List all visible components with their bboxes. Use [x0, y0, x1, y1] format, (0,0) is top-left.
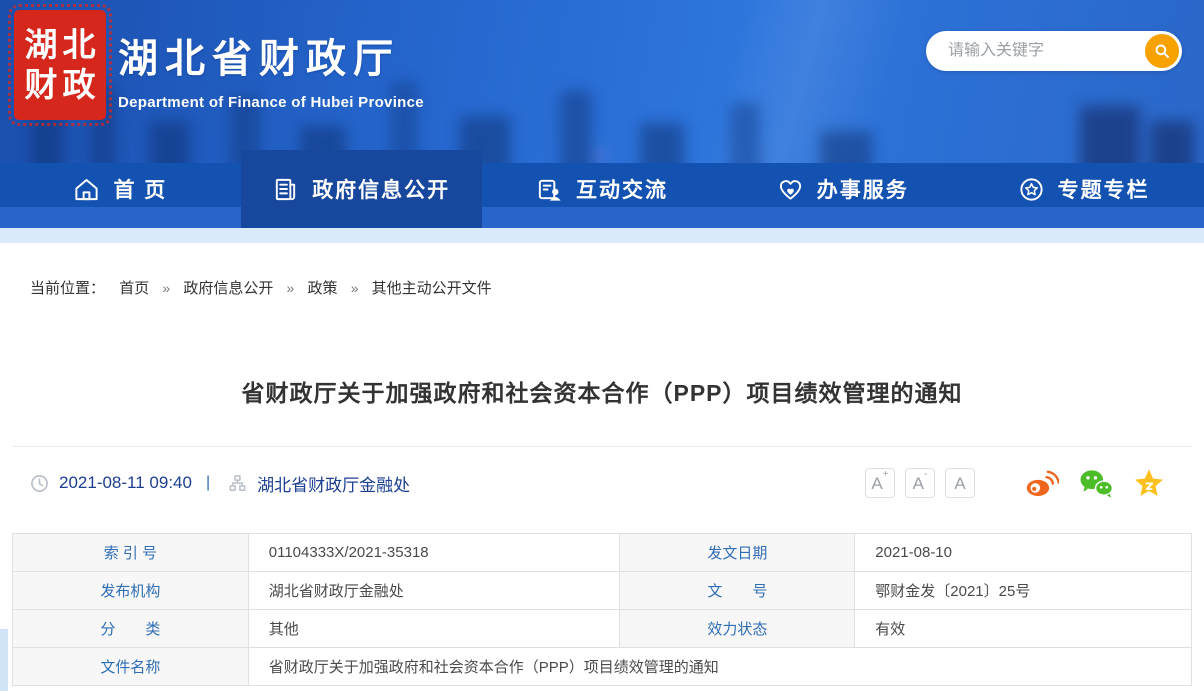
seal-text-line2: 财政 — [20, 67, 101, 103]
sitemap-icon — [228, 474, 247, 493]
issuing-agency-value: 湖北省财政厅金融处 — [248, 572, 620, 610]
wechat-share-icon[interactable] — [1079, 468, 1113, 498]
search-button[interactable] — [1145, 34, 1179, 68]
font-increase-button[interactable]: A+ — [865, 468, 895, 498]
site-header: 湖北 财政 湖北省财政厅 Department of Finance of Hu… — [0, 0, 1204, 163]
search-icon — [1153, 42, 1171, 60]
heart-icon — [777, 176, 804, 203]
breadcrumb: 当前位置： 首页 » 政府信息公开 » 政策 » 其他主动公开文件 — [30, 277, 501, 298]
breadcrumb-separator: » — [287, 280, 295, 296]
article-meta-right: A+ A- A — [855, 468, 1165, 498]
table-row: 索 引 号 01104333X/2021-35318 发文日期 2021-08-… — [13, 534, 1192, 572]
site-title-block: 湖北省财政厅 Department of Finance of Hubei Pr… — [118, 26, 424, 111]
page: 湖北 财政 湖北省财政厅 Department of Finance of Hu… — [0, 0, 1204, 691]
issue-date-label: 发文日期 — [620, 534, 855, 572]
qzone-share-icon[interactable] — [1133, 468, 1165, 498]
nav-item-home[interactable]: 首 页 — [0, 150, 241, 228]
breadcrumb-separator: » — [351, 280, 359, 296]
breadcrumb-gov-info[interactable]: 政府信息公开 — [183, 280, 273, 297]
article-title: 省财政厅关于加强政府和社会资本合作（PPP）项目绩效管理的通知 — [0, 374, 1204, 408]
clock-icon — [30, 474, 49, 493]
table-row: 发布机构 湖北省财政厅金融处 文 号 鄂财金发〔2021〕25号 — [13, 572, 1192, 610]
nav-item-label: 专题专栏 — [1058, 174, 1150, 204]
nav-item-label: 办事服务 — [817, 174, 909, 204]
home-icon — [73, 176, 100, 203]
weibo-share-icon[interactable] — [1025, 468, 1059, 498]
article-source: 湖北省财政厅金融处 — [257, 471, 410, 496]
nav-item-label: 政府信息公开 — [312, 174, 450, 204]
nav-items: 首 页 政府信息公开 — [0, 150, 1204, 228]
content-area: 当前位置： 首页 » 政府信息公开 » 政策 » 其他主动公开文件 省财政厅关于… — [0, 243, 1204, 691]
nav-item-label: 互动交流 — [576, 174, 668, 204]
article-meta-row: 2021-08-11 09:40 | 湖北省财政厅金融处 A+ A- A — [30, 461, 1165, 505]
issue-date-value: 2021-08-10 — [855, 534, 1192, 572]
breadcrumb-policy[interactable]: 政策 — [308, 280, 338, 297]
category-value: 其他 — [248, 610, 620, 648]
font-reset-button[interactable]: A — [945, 468, 975, 498]
main-nav: 首 页 政府信息公开 — [0, 150, 1204, 228]
publish-time: 2021-08-11 09:40 — [59, 473, 192, 493]
breadcrumb-home[interactable]: 首页 — [119, 280, 149, 297]
table-row: 文件名称 省财政厅关于加强政府和社会资本合作（PPP）项目绩效管理的通知 — [13, 648, 1192, 686]
document-number-value: 鄂财金发〔2021〕25号 — [855, 572, 1192, 610]
seal-text-line1: 湖北 — [20, 27, 101, 63]
issuing-agency-label: 发布机构 — [13, 572, 249, 610]
search-box — [926, 31, 1182, 71]
index-number-label: 索 引 号 — [13, 534, 249, 572]
nav-item-services[interactable]: 办事服务 — [722, 150, 963, 228]
document-number-label: 文 号 — [620, 572, 855, 610]
site-title: 湖北省财政厅 — [118, 26, 424, 84]
star-circle-icon — [1018, 176, 1045, 203]
table-row: 分 类 其他 效力状态 有效 — [13, 610, 1192, 648]
index-number-value: 01104333X/2021-35318 — [248, 534, 620, 572]
share-icons — [1005, 468, 1165, 498]
breadcrumb-prefix: 当前位置： — [30, 280, 105, 297]
file-name-value: 省财政厅关于加强政府和社会资本合作（PPP）项目绩效管理的通知 — [248, 648, 1191, 686]
meta-separator: | — [206, 474, 210, 492]
nav-item-topics[interactable]: 专题专栏 — [963, 150, 1204, 228]
category-label: 分 类 — [13, 610, 249, 648]
breadcrumb-other-docs[interactable]: 其他主动公开文件 — [372, 280, 492, 297]
site-logo-seal: 湖北 财政 — [14, 10, 106, 120]
validity-status-label: 效力状态 — [620, 610, 855, 648]
page-edge-decoration — [0, 629, 8, 691]
validity-status-value: 有效 — [855, 610, 1192, 648]
site-subtitle: Department of Finance of Hubei Province — [118, 94, 424, 111]
nav-item-interaction[interactable]: 互动交流 — [482, 150, 723, 228]
title-divider — [12, 446, 1192, 447]
newspaper-icon — [272, 176, 299, 203]
article-meta-left: 2021-08-11 09:40 | 湖北省财政厅金融处 — [30, 471, 410, 496]
font-decrease-button[interactable]: A- — [905, 468, 935, 498]
document-info-table: 索 引 号 01104333X/2021-35318 发文日期 2021-08-… — [12, 533, 1192, 686]
nav-item-label: 首 页 — [113, 174, 167, 204]
interaction-icon — [536, 176, 563, 203]
file-name-label: 文件名称 — [13, 648, 249, 686]
breadcrumb-separator: » — [162, 280, 170, 296]
nav-item-gov-info[interactable]: 政府信息公开 — [241, 150, 482, 228]
header-bottom-strip — [0, 228, 1204, 243]
